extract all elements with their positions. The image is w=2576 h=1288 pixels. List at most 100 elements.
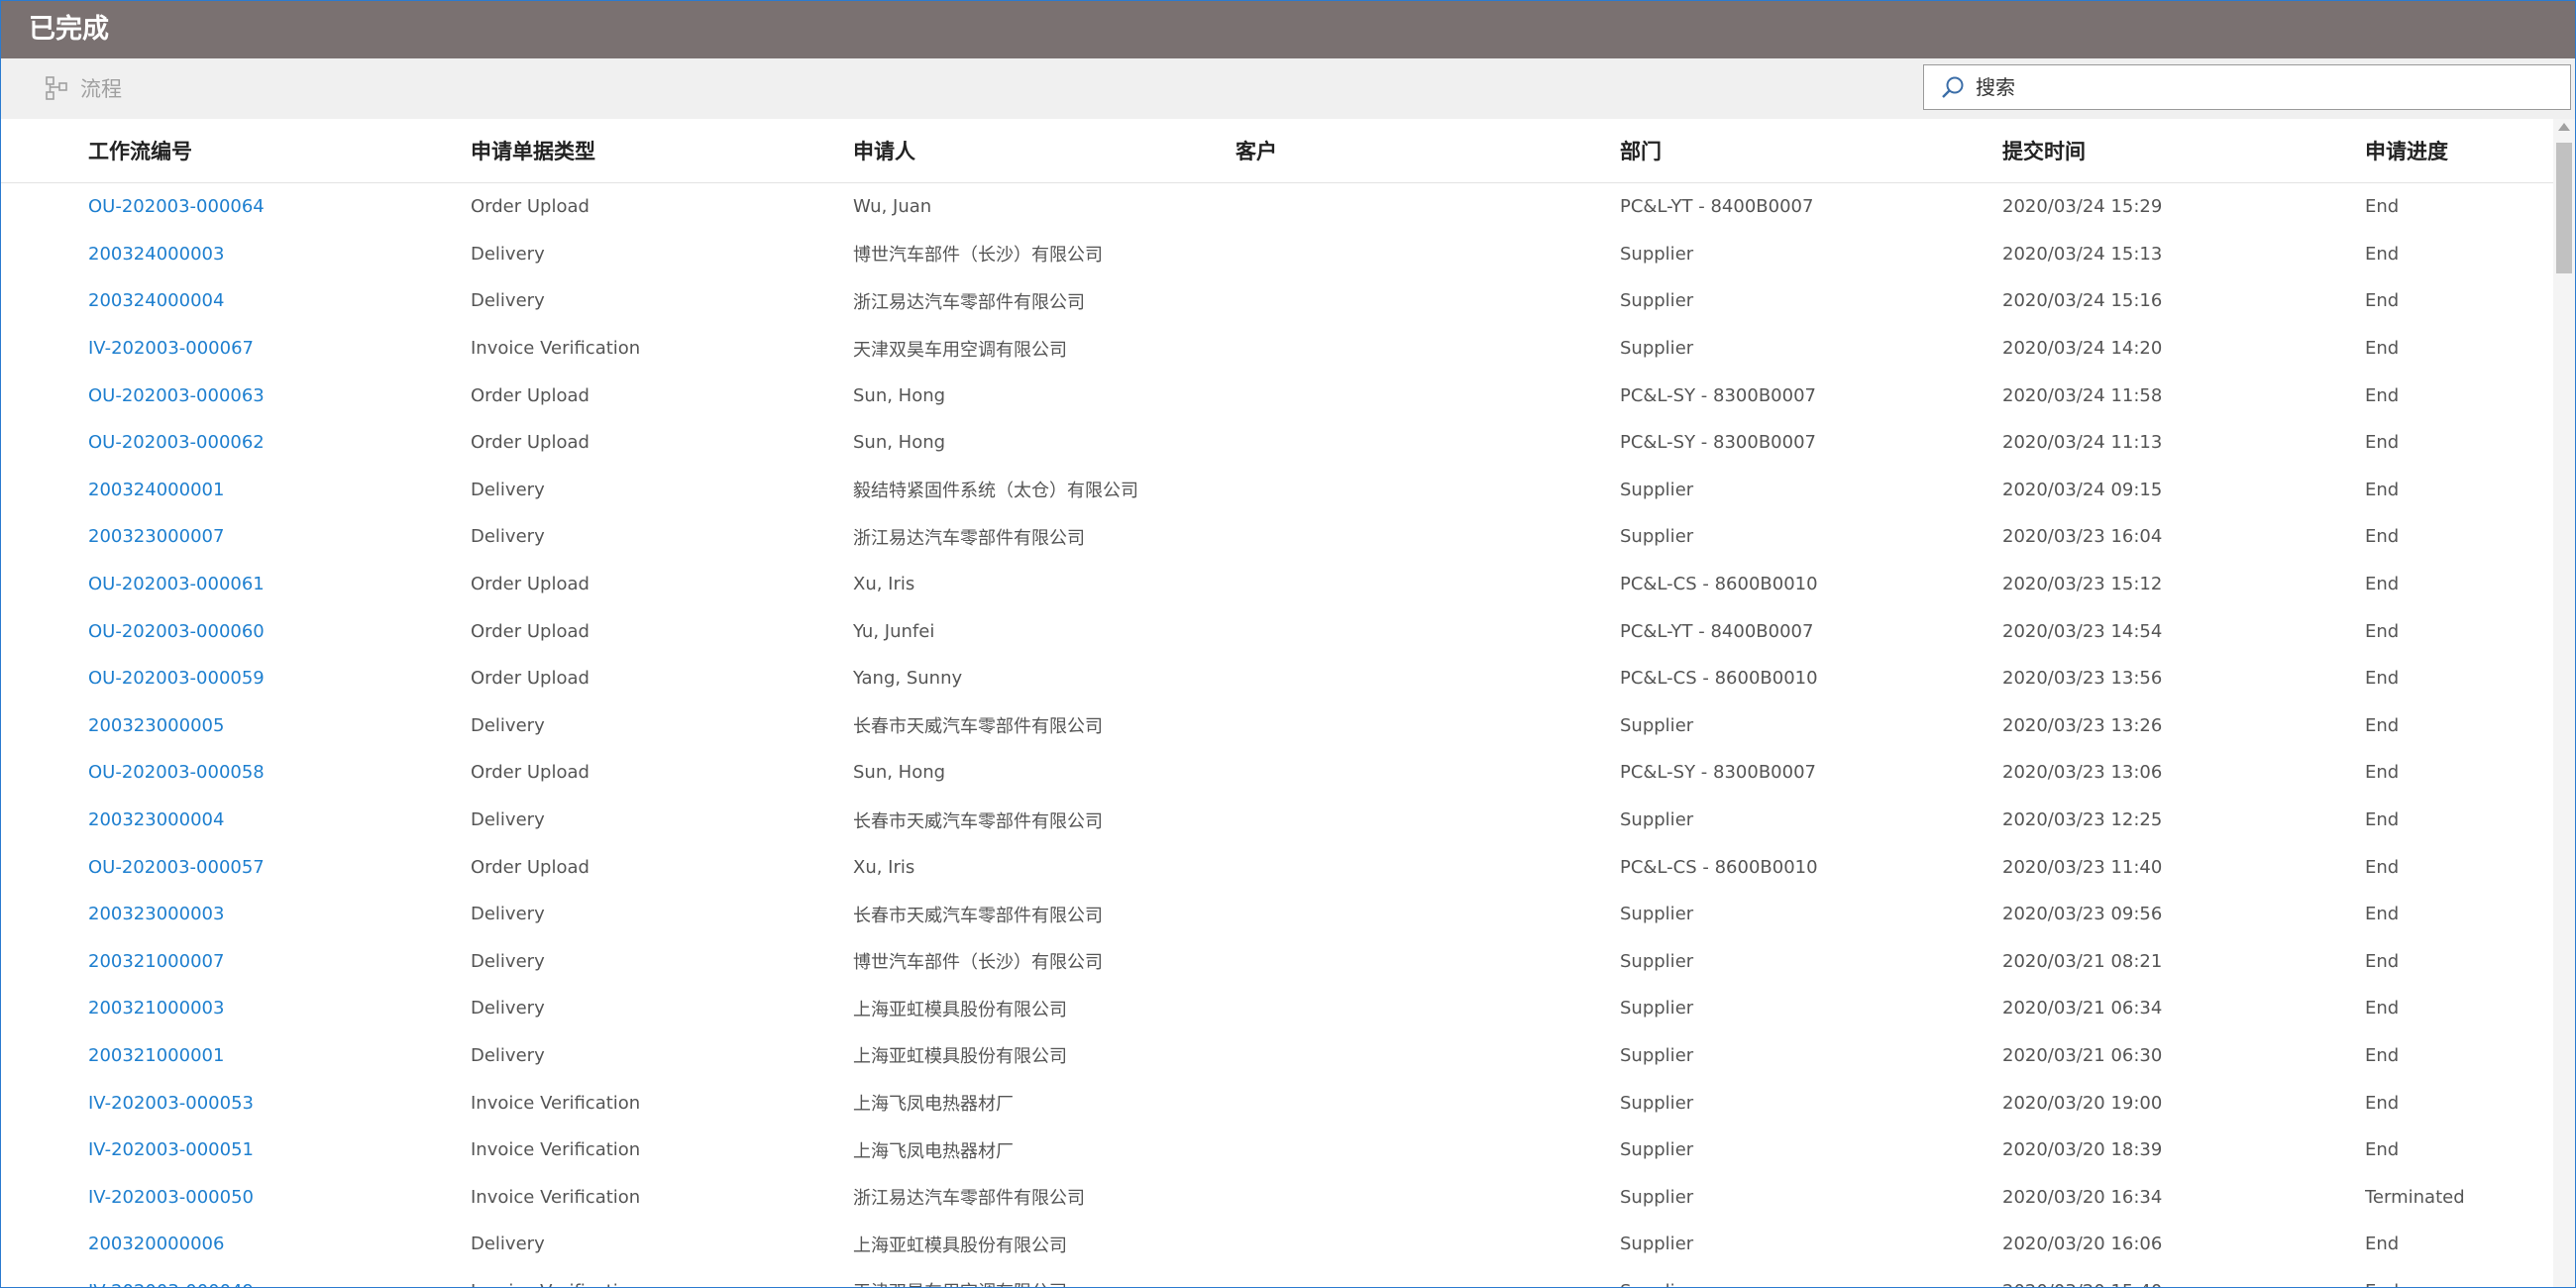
row-spacer (1, 843, 88, 891)
cell-workflow-id: IV-202003-000067 (88, 325, 471, 373)
cell-submit-time: 2020/03/24 11:13 (2002, 432, 2163, 454)
scroll-thumb[interactable] (2556, 143, 2572, 273)
workflow-id-link[interactable]: 200324000001 (88, 480, 224, 500)
cell-customer (1235, 1079, 1620, 1127)
header-workflow-id[interactable]: 工作流编号 (88, 119, 471, 183)
table-row[interactable]: OU-202003-000058 Order Upload Sun, Hong PC&… (1, 749, 2553, 797)
table-row[interactable]: 200324000004 Delivery 浙江易达汽车零部件有限公司 Supplie… (1, 277, 2553, 325)
table-row[interactable]: 200320000006 Delivery 上海亚虹模具股份有限公司 Supplier… (1, 1221, 2553, 1268)
header-customer[interactable]: 客户 (1235, 119, 1620, 183)
table-row[interactable]: OU-202003-000063 Order Upload Sun, Hong PC&… (1, 372, 2553, 419)
table-row[interactable]: 200323000004 Delivery 长春市天威汽车零部件有限公司 Suppli… (1, 797, 2553, 844)
cell-applicant: 上海飞凤电热器材厂 (853, 1140, 1014, 1162)
workflow-id-link[interactable]: 200321000003 (88, 998, 224, 1019)
cell-submit-time: 2020/03/23 11:40 (2002, 856, 2163, 878)
table-row[interactable]: IV-202003-000051 Invoice Verification 上海飞凤… (1, 1127, 2553, 1174)
table-header-row: 工作流编号 申请单据类型 申请人 客户 部门 提交时间 申请进度 (1, 119, 2553, 183)
row-spacer (1, 1221, 88, 1268)
row-spacer (1, 419, 88, 467)
table-row[interactable]: OU-202003-000061 Order Upload Xu, Iris PC&L… (1, 561, 2553, 608)
table-row[interactable]: 200321000003 Delivery 上海亚虹模具股份有限公司 Supplier… (1, 985, 2553, 1032)
flow-button[interactable]: 流程 (45, 70, 122, 106)
table-row[interactable]: IV-202003-000053 Invoice Verification 上海飞凤… (1, 1079, 2553, 1127)
workflow-id-link[interactable]: 200323000007 (88, 526, 224, 547)
table-row[interactable]: IV-202003-000050 Invoice Verification 浙江易达… (1, 1173, 2553, 1221)
cell-applicant: 天津双昊车用空调有限公司 (853, 339, 1067, 361)
cell-applicant: 上海亚虹模具股份有限公司 (853, 1046, 1067, 1068)
header-applicant[interactable]: 申请人 (853, 119, 1235, 183)
cell-workflow-id: OU-202003-000057 (88, 843, 471, 891)
workflow-id-link[interactable]: IV-202003-000067 (88, 338, 254, 359)
cell-workflow-id: OU-202003-000062 (88, 419, 471, 467)
cell-document-type: Delivery (471, 290, 545, 312)
cell-document-type: Order Upload (471, 620, 590, 642)
search-box[interactable] (1923, 64, 2571, 110)
cell-document-type: Delivery (471, 1044, 545, 1066)
workflow-id-link[interactable]: OU-202003-000064 (88, 196, 265, 217)
row-spacer (1, 1268, 88, 1287)
workflow-id-link[interactable]: IV-202003-000049 (88, 1281, 254, 1287)
workflow-id-link[interactable]: OU-202003-000063 (88, 385, 265, 406)
cell-workflow-id: OU-202003-000060 (88, 607, 471, 655)
table-row[interactable]: IV-202003-000049 Invoice Verification天津双昊… (1, 1268, 2553, 1287)
workflow-id-link[interactable]: 200320000006 (88, 1234, 224, 1254)
cell-progress: End (2365, 714, 2400, 736)
cell-workflow-id: 200321000001 (88, 1032, 471, 1080)
cell-workflow-id: IV-202003-000049 (88, 1268, 471, 1287)
table-row[interactable]: 200324000001 Delivery 毅结特紧固件系统（太仓）有限公司 Supp… (1, 467, 2553, 514)
workflow-id-link[interactable]: 200324000004 (88, 290, 224, 311)
cell-department: Supplier (1620, 479, 1694, 500)
cell-document-type: Delivery (471, 243, 545, 265)
scroll-up-arrow-icon[interactable] (2558, 123, 2570, 131)
table-row[interactable]: OU-202003-000057 Order Upload Xu, Iris PC&L… (1, 843, 2553, 891)
workflow-id-link[interactable]: IV-202003-000050 (88, 1187, 254, 1208)
workflow-id-link[interactable]: OU-202003-000058 (88, 762, 265, 783)
table-row[interactable]: OU-202003-000062 Order Upload Sun, Hong PC&… (1, 419, 2553, 467)
table-row[interactable]: OU-202003-000064 Order Upload Wu, Juan PC&L… (1, 183, 2553, 231)
workflow-id-link[interactable]: OU-202003-000059 (88, 668, 265, 689)
workflow-id-link[interactable]: 200323000004 (88, 809, 224, 830)
table-row[interactable]: 200323000007 Delivery 浙江易达汽车零部件有限公司 Supplie… (1, 513, 2553, 561)
table-row[interactable]: 200321000001 Delivery 上海亚虹模具股份有限公司 Supplier… (1, 1032, 2553, 1080)
header-document-type[interactable]: 申请单据类型 (471, 119, 853, 183)
cell-department: Supplier (1620, 338, 1694, 360)
row-spacer (1, 797, 88, 844)
cell-department: Supplier (1620, 1092, 1694, 1114)
cell-applicant: 博世汽车部件（长沙）有限公司 (853, 952, 1103, 974)
cell-submit-time: 2020/03/24 15:13 (2002, 243, 2163, 265)
cell-workflow-id: 200323000004 (88, 797, 471, 844)
workflow-id-link[interactable]: 200321000007 (88, 951, 224, 972)
table-row[interactable]: 200323000005 Delivery 长春市天威汽车零部件有限公司 Suppli… (1, 702, 2553, 750)
workflow-id-link[interactable]: IV-202003-000051 (88, 1139, 254, 1160)
cell-document-type: Order Upload (471, 762, 590, 784)
workflow-id-link[interactable]: 200321000001 (88, 1045, 224, 1066)
cell-department: Supplier (1620, 1268, 2002, 1287)
header-department[interactable]: 部门 (1620, 119, 2002, 183)
table-row[interactable]: 200324000003 Delivery 博世汽车部件（长沙）有限公司 Suppli… (1, 231, 2553, 278)
vertical-scrollbar[interactable] (2553, 119, 2575, 1287)
cell-workflow-id: OU-202003-000061 (88, 561, 471, 608)
table-row[interactable]: 200323000003 Delivery 长春市天威汽车零部件有限公司 Suppli… (1, 891, 2553, 938)
workflow-id-link[interactable]: OU-202003-000062 (88, 432, 265, 453)
workflow-id-link[interactable]: 200323000005 (88, 715, 224, 736)
cell-department: Supplier (1620, 809, 1694, 831)
table-row[interactable]: OU-202003-000060 Order Upload Yu, Junfei PC… (1, 607, 2553, 655)
table-row[interactable]: IV-202003-000067 Invoice Verification 天津双昊… (1, 325, 2553, 373)
cell-department: Supplier (1620, 714, 1694, 736)
workflow-id-link[interactable]: OU-202003-000061 (88, 574, 265, 594)
cell-department: Supplier (1620, 290, 1694, 312)
search-input[interactable] (1976, 65, 2550, 109)
workflow-id-link[interactable]: OU-202003-000060 (88, 621, 265, 642)
workflow-id-link[interactable]: IV-202003-000053 (88, 1093, 254, 1114)
cell-workflow-id: 200321000003 (88, 985, 471, 1032)
cell-applicant: Sun, Hong (853, 384, 946, 406)
table-row[interactable]: OU-202003-000059 Order Upload Yang, Sunny P… (1, 655, 2553, 702)
header-progress[interactable]: 申请进度 (2365, 119, 2553, 183)
workflow-id-link[interactable]: OU-202003-000057 (88, 857, 265, 878)
workflow-id-link[interactable]: 200323000003 (88, 904, 224, 924)
table-row[interactable]: 200321000007 Delivery 博世汽车部件（长沙）有限公司 Suppli… (1, 938, 2553, 986)
cell-applicant: Yang, Sunny (853, 668, 963, 690)
header-submit-time[interactable]: 提交时间 (2002, 119, 2365, 183)
cell-submit-time: 2020/03/23 16:04 (2002, 526, 2163, 548)
workflow-id-link[interactable]: 200324000003 (88, 244, 224, 265)
